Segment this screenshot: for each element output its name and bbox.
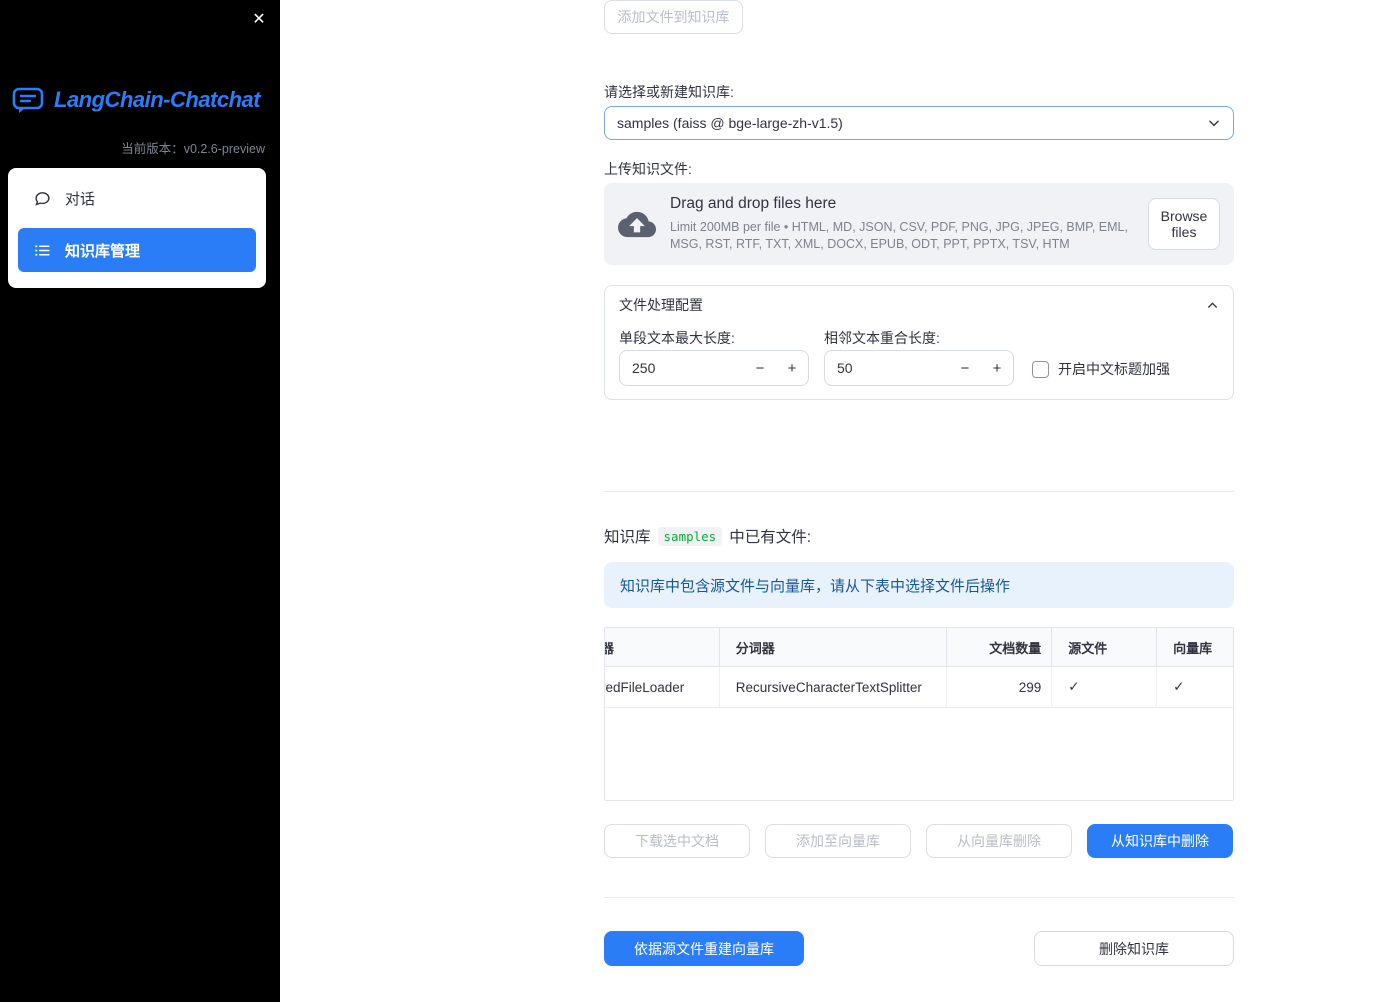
max-length-value: 250 [632, 360, 656, 376]
delete-from-vector-store-button[interactable]: 从向量库删除 [926, 824, 1072, 858]
expander-header[interactable]: 文件处理配置 [605, 286, 1233, 324]
file-dropzone[interactable]: Drag and drop files here Limit 200MB per… [604, 183, 1234, 265]
cell-vector-store-check: ✓ [1173, 679, 1185, 694]
column-header-source-file[interactable]: 源文件 [1052, 628, 1158, 666]
checkbox-icon[interactable] [1032, 360, 1049, 378]
kb-select[interactable]: samples (faiss @ bge-large-zh-v1.5) [604, 106, 1234, 140]
kb-bottom-actions: 依据源文件重建向量库 删除知识库 [604, 931, 1234, 966]
max-length-label: 单段文本最大长度: [619, 330, 735, 346]
table-header-row: 器 分词器 文档数量 源文件 向量库 [605, 628, 1233, 667]
kb-select-label: 请选择或新建知识库: [604, 84, 734, 100]
sidebar-item-label: 知识库管理 [65, 242, 141, 260]
logo-text: LangChain-Chatchat [54, 87, 261, 112]
browse-files-button[interactable]: Browse files [1148, 198, 1220, 250]
plus-button[interactable]: + [981, 351, 1013, 385]
chat-bubble-icon [34, 190, 51, 207]
kb-name-code: samples [657, 526, 723, 546]
cell-splitter: RecursiveCharacterTextSplitter [720, 667, 948, 707]
column-header-splitter[interactable]: 分词器 [720, 628, 948, 666]
download-selected-button[interactable]: 下载选中文档 [604, 824, 750, 858]
chevron-down-icon [1207, 116, 1221, 130]
close-icon: ✕ [252, 11, 266, 28]
file-config-expander: 文件处理配置 单段文本最大长度: 相邻文本重合长度: 250 − + 50 − … [604, 285, 1234, 400]
overlap-value: 50 [837, 360, 853, 376]
list-icon [34, 242, 51, 259]
kb-files-prefix: 知识库 [604, 529, 651, 546]
divider [604, 491, 1234, 492]
divider [604, 897, 1234, 898]
app-logo: LangChain-Chatchat [12, 86, 261, 114]
column-header-vector-store[interactable]: 向量库 [1157, 628, 1233, 666]
overlap-input[interactable]: 50 − + [824, 350, 1014, 386]
column-header-doc-count[interactable]: 文档数量 [947, 628, 1053, 666]
cell-doc-count: 299 [947, 667, 1053, 707]
add-to-vector-store-button[interactable]: 添加至向量库 [765, 824, 911, 858]
version-text: 当前版本：v0.2.6-preview [121, 142, 265, 156]
main-content: 请选择或新建知识库: samples (faiss @ bge-large-zh… [604, 0, 1234, 1002]
minus-button[interactable]: − [949, 351, 981, 385]
kb-files-table: 器 分词器 文档数量 源文件 向量库 redFileLoader Recursi… [604, 627, 1234, 801]
chinese-title-checkbox[interactable]: 开启中文标题加强 [1032, 359, 1170, 379]
sidebar-menu: 对话 知识库管理 [8, 168, 266, 288]
delete-kb-button[interactable]: 删除知识库 [1034, 931, 1234, 966]
sidebar-item-kb-management[interactable]: 知识库管理 [18, 228, 256, 272]
sidebar-item-label: 对话 [65, 190, 96, 208]
expander-title: 文件处理配置 [619, 297, 703, 313]
cloud-upload-icon [618, 211, 658, 238]
dropzone-text: Drag and drop files here Limit 200MB per… [670, 195, 1144, 253]
kb-files-suffix: 中已有文件: [729, 529, 812, 546]
cell-source-file-check: ✓ [1052, 667, 1158, 707]
table-row[interactable]: redFileLoader RecursiveCharacterTextSpli… [605, 667, 1233, 708]
kb-files-heading: 知识库 samples 中已有文件: [604, 525, 1234, 547]
sidebar-item-chat[interactable]: 对话 [18, 176, 256, 220]
file-limit-text: Limit 200MB per file • HTML, MD, JSON, C… [670, 220, 1128, 251]
checkbox-label: 开启中文标题加强 [1058, 361, 1170, 377]
rebuild-vector-store-button[interactable]: 依据源文件重建向量库 [604, 931, 804, 966]
overlap-label: 相邻文本重合长度: [824, 330, 940, 346]
sidebar: ✕ LangChain-Chatchat 当前版本：v0.2.6-preview… [0, 0, 280, 1002]
table-action-buttons: 下载选中文档 添加至向量库 从向量库删除 从知识库中删除 [604, 824, 1234, 858]
drag-drop-text: Drag and drop files here [670, 195, 837, 213]
chevron-up-icon [1206, 299, 1219, 312]
delete-from-kb-button[interactable]: 从知识库中删除 [1087, 824, 1233, 858]
plus-button[interactable]: + [776, 351, 808, 385]
info-text: 知识库中包含源文件与向量库，请从下表中选择文件后操作 [620, 577, 1011, 595]
add-files-to-kb-button[interactable]: 添加文件到知识库 [604, 0, 743, 34]
info-banner: 知识库中包含源文件与向量库，请从下表中选择文件后操作 [604, 562, 1234, 608]
upload-label: 上传知识文件: [604, 161, 692, 177]
column-header-loader[interactable]: 器 [605, 628, 720, 666]
logo-chat-icon [12, 86, 46, 114]
sidebar-close-button[interactable]: ✕ [246, 6, 272, 32]
kb-select-value: samples (faiss @ bge-large-zh-v1.5) [617, 115, 843, 131]
max-length-input[interactable]: 250 − + [619, 350, 809, 386]
minus-button[interactable]: − [744, 351, 776, 385]
cell-loader: redFileLoader [605, 667, 720, 707]
